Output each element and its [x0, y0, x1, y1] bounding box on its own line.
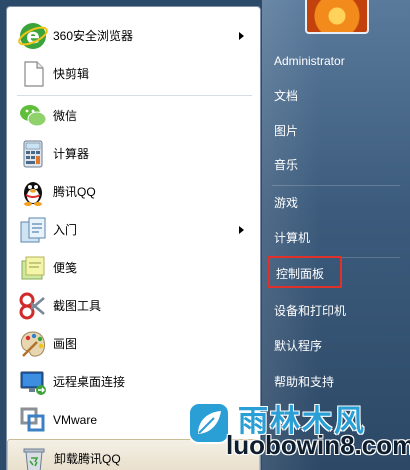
watermark: 雨林木风 luobowin8.com [186, 396, 410, 466]
right-item-devices-printers[interactable]: 设备和打印机 [268, 295, 404, 327]
right-item-help-support[interactable]: 帮助和支持 [268, 366, 404, 398]
right-item-administrator[interactable]: Administrator [268, 45, 404, 77]
ie-360-browser-icon: e [18, 23, 48, 49]
program-item-label: 入门 [53, 223, 78, 237]
right-item-pictures[interactable]: 图片 [268, 115, 404, 147]
recycle-bin-icon [23, 448, 45, 470]
menu-separator [17, 95, 252, 96]
vmware-icon [20, 407, 45, 432]
calculator-icon [23, 140, 43, 168]
program-item-label: 腾讯QQ [53, 185, 96, 199]
program-item-kuaijianji[interactable]: 快剪辑 [7, 55, 260, 93]
getting-started-icon [20, 217, 46, 243]
program-item-calculator[interactable]: 计算器 [7, 135, 260, 173]
program-item-label: 卸载腾讯QQ [54, 452, 121, 466]
program-item-label: 便笺 [53, 261, 78, 275]
program-item-label: 微信 [53, 109, 78, 123]
remote-desktop-icon [20, 371, 46, 395]
right-item-default-programs[interactable]: 默认程序 [268, 330, 404, 362]
program-item-label: 画图 [53, 337, 78, 351]
right-item-control-panel[interactable]: 控制面板 [268, 256, 342, 288]
program-item-qq[interactable]: 腾讯QQ [7, 173, 260, 211]
program-item-label: 360安全浏览器 [53, 29, 134, 43]
snipping-tool-icon [19, 292, 45, 320]
program-item-wechat[interactable]: 微信 [7, 97, 260, 135]
right-item-documents[interactable]: 文档 [268, 80, 404, 112]
user-avatar[interactable] [305, 0, 369, 34]
qq-penguin-icon [24, 182, 42, 206]
program-item-label: VMware [53, 413, 98, 427]
submenu-arrow-icon [239, 32, 244, 40]
menu-separator [272, 185, 400, 186]
program-item-paint[interactable]: 画图 [7, 325, 260, 363]
document-icon [24, 61, 44, 87]
program-item-snipping-tool[interactable]: 截图工具 [7, 287, 260, 325]
program-item-getting-started[interactable]: 入门 [7, 211, 260, 249]
right-item-games[interactable]: 游戏 [268, 187, 404, 219]
wechat-icon [20, 105, 47, 127]
right-item-music[interactable]: 音乐 [268, 149, 404, 181]
watermark-url: luobowin8.com [226, 430, 410, 460]
submenu-arrow-icon [239, 226, 244, 234]
program-item-sticky-notes[interactable]: 便笺 [7, 249, 260, 287]
right-item-computer[interactable]: 计算机 [268, 222, 404, 254]
start-menu: e 360安全浏览器 快剪辑 微信 计算器 腾讯QQ 入门 便笺 截图工具 画图… [0, 0, 410, 470]
program-item-label: 快剪辑 [53, 67, 90, 81]
program-item-360-browser[interactable]: e 360安全浏览器 [7, 17, 260, 55]
paint-palette-icon [20, 331, 46, 357]
sticky-notes-icon [21, 256, 45, 280]
program-item-label: 远程桌面连接 [53, 375, 126, 389]
program-item-label: 截图工具 [53, 299, 102, 313]
program-item-label: 计算器 [53, 147, 90, 161]
